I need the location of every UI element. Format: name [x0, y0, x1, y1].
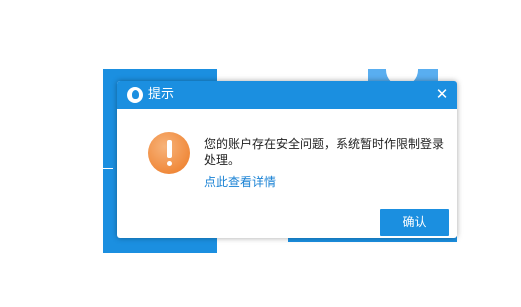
view-details-link[interactable]: 点此查看详情: [204, 174, 276, 190]
app-logo-icon: [127, 87, 143, 103]
warning-exclamation-icon: [148, 132, 190, 174]
security-alert-dialog: 提示 ✕ 您的账户存在安全问题，系统暂时作限制登录处理。 点此查看详情 确认: [117, 81, 457, 238]
dialog-title: 提示: [148, 87, 175, 102]
background-divider: [103, 168, 113, 169]
dialog-header: 提示 ✕: [117, 81, 457, 109]
dialog-message: 您的账户存在安全问题，系统暂时作限制登录处理。: [204, 137, 445, 167]
background-text-fragment: [103, 128, 117, 144]
close-icon[interactable]: ✕: [434, 86, 450, 102]
warning-exclamation-bar: [167, 140, 172, 158]
confirm-button[interactable]: 确认: [380, 209, 449, 236]
warning-exclamation-dot: [167, 161, 172, 166]
screen: 提示 ✕ 您的账户存在安全问题，系统暂时作限制登录处理。 点此查看详情 确认: [0, 0, 521, 307]
